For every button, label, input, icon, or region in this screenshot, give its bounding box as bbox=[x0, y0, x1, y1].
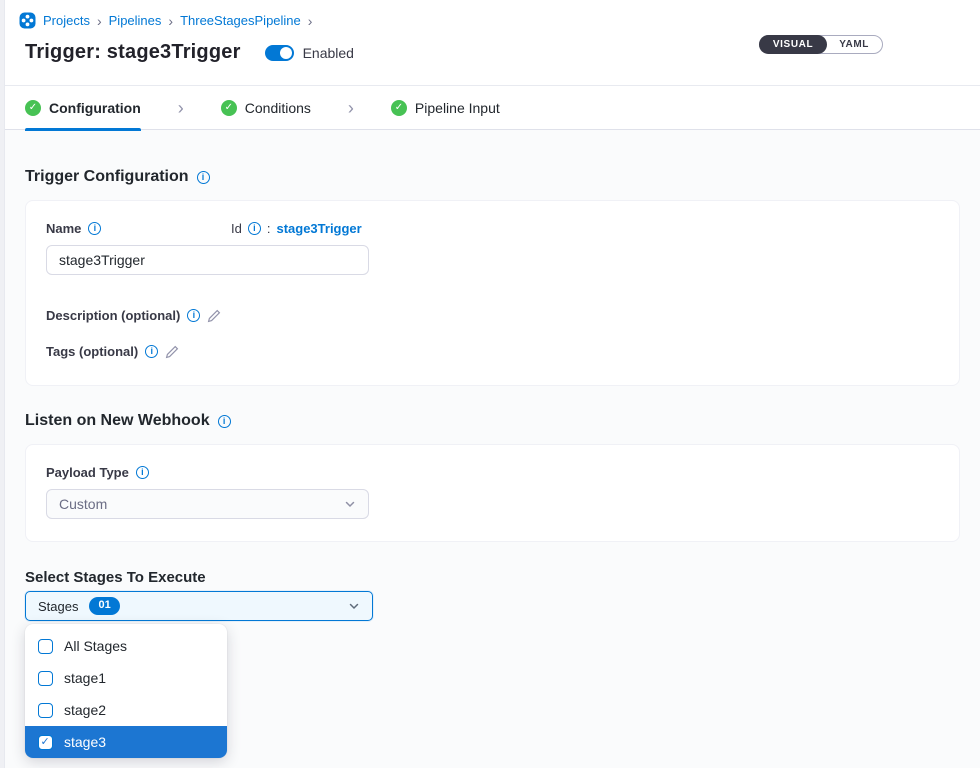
wizard-tabs: ✓ Configuration › ✓ Conditions › ✓ Pipel… bbox=[5, 86, 980, 130]
breadcrumb-link-pipelines[interactable]: Pipelines bbox=[109, 13, 162, 28]
stages-count-badge: 01 bbox=[89, 597, 119, 614]
checkbox-icon[interactable] bbox=[38, 735, 53, 750]
main-panel: Projects › Pipelines › ThreeStagesPipeli… bbox=[5, 0, 980, 768]
stage-option-stage3[interactable]: stage3 bbox=[25, 726, 227, 758]
chevron-down-icon bbox=[344, 498, 356, 510]
info-icon[interactable]: i bbox=[145, 345, 158, 358]
tab-label: Configuration bbox=[49, 100, 141, 116]
webhook-heading: Listen on New Webhook i bbox=[25, 412, 960, 430]
breadcrumb-link-projects[interactable]: Projects bbox=[43, 13, 90, 28]
payload-type-select: Custom bbox=[46, 489, 369, 519]
checkbox-icon[interactable] bbox=[38, 671, 53, 686]
webhook-card: Payload Type i Custom bbox=[25, 444, 960, 542]
tags-row: Tags (optional) i bbox=[46, 344, 939, 359]
option-label: stage2 bbox=[64, 702, 106, 718]
description-row: Description (optional) i bbox=[46, 308, 939, 323]
info-icon[interactable]: i bbox=[248, 222, 261, 235]
projects-grid-icon bbox=[19, 12, 36, 29]
yaml-tab[interactable]: YAML bbox=[826, 36, 882, 53]
tab-configuration[interactable]: ✓ Configuration bbox=[25, 86, 141, 130]
info-icon[interactable]: i bbox=[187, 309, 200, 322]
page-header: Projects › Pipelines › ThreeStagesPipeli… bbox=[5, 0, 980, 86]
tab-pipeline-input[interactable]: ✓ Pipeline Input bbox=[391, 86, 500, 130]
tab-separator-icon: › bbox=[348, 99, 354, 117]
section-title: Select Stages To Execute bbox=[25, 569, 206, 586]
option-label: All Stages bbox=[64, 638, 127, 654]
toggle-knob bbox=[280, 47, 292, 59]
info-icon[interactable]: i bbox=[88, 222, 101, 235]
checkbox-icon[interactable] bbox=[38, 703, 53, 718]
visual-tab[interactable]: VISUAL bbox=[759, 35, 827, 54]
stages-select-label: Stages bbox=[38, 599, 78, 614]
option-label: stage3 bbox=[64, 734, 106, 750]
info-icon[interactable]: i bbox=[197, 171, 210, 184]
trigger-configuration-card: Name i Id i : stage3Trigger Description … bbox=[25, 200, 960, 386]
stages-dropdown-menu: All Stages stage1 stage2 stage3 bbox=[25, 624, 227, 758]
id-row: Id i : stage3Trigger bbox=[231, 221, 362, 236]
breadcrumb-separator-icon: › bbox=[308, 13, 313, 29]
name-id-row: Name i Id i : stage3Trigger bbox=[46, 221, 939, 236]
stage-option-stage1[interactable]: stage1 bbox=[25, 662, 227, 694]
section-title: Trigger Configuration bbox=[25, 168, 189, 186]
breadcrumb: Projects › Pipelines › ThreeStagesPipeli… bbox=[19, 12, 980, 29]
id-label: Id bbox=[231, 221, 242, 236]
section-title: Listen on New Webhook bbox=[25, 412, 210, 430]
trigger-configuration-heading: Trigger Configuration i bbox=[25, 168, 960, 186]
id-separator: : bbox=[267, 221, 271, 236]
check-circle-icon: ✓ bbox=[221, 100, 237, 116]
info-icon[interactable]: i bbox=[136, 466, 149, 479]
content-area: Trigger Configuration i Name i Id i : st… bbox=[5, 130, 980, 768]
tab-label: Conditions bbox=[245, 100, 311, 116]
info-icon[interactable]: i bbox=[218, 415, 231, 428]
enabled-toggle[interactable] bbox=[265, 45, 294, 61]
breadcrumb-separator-icon: › bbox=[168, 13, 173, 29]
option-label: stage1 bbox=[64, 670, 106, 686]
check-circle-icon: ✓ bbox=[391, 100, 407, 116]
stage-option-all-stages[interactable]: All Stages bbox=[25, 630, 227, 662]
stages-heading: Select Stages To Execute bbox=[25, 569, 960, 586]
tab-conditions[interactable]: ✓ Conditions bbox=[221, 86, 311, 130]
description-label: Description (optional) bbox=[46, 308, 180, 323]
checkbox-icon[interactable] bbox=[38, 639, 53, 654]
name-label-text: Name bbox=[46, 221, 81, 236]
check-circle-icon: ✓ bbox=[25, 100, 41, 116]
page-title: Trigger: stage3Trigger bbox=[25, 41, 241, 64]
payload-type-label-text: Payload Type bbox=[46, 465, 129, 480]
id-value: stage3Trigger bbox=[276, 221, 361, 236]
breadcrumb-link-pipeline-name[interactable]: ThreeStagesPipeline bbox=[180, 13, 301, 28]
edit-description-pencil-icon[interactable] bbox=[207, 309, 221, 323]
enabled-label: Enabled bbox=[303, 45, 354, 61]
tab-separator-icon: › bbox=[178, 99, 184, 117]
stages-multiselect[interactable]: Stages 01 bbox=[25, 591, 373, 621]
payload-type-label: Payload Type i bbox=[46, 465, 939, 480]
app-root: Projects › Pipelines › ThreeStagesPipeli… bbox=[0, 0, 980, 768]
edit-tags-pencil-icon[interactable] bbox=[165, 345, 179, 359]
breadcrumb-separator-icon: › bbox=[97, 13, 102, 29]
visual-yaml-toggle: VISUAL YAML bbox=[759, 35, 883, 54]
stage-option-stage2[interactable]: stage2 bbox=[25, 694, 227, 726]
chevron-down-icon bbox=[348, 600, 360, 612]
trigger-name-input[interactable] bbox=[46, 245, 369, 275]
tab-label: Pipeline Input bbox=[415, 100, 500, 116]
name-label: Name i bbox=[46, 221, 231, 236]
payload-type-value: Custom bbox=[59, 496, 107, 512]
tags-label: Tags (optional) bbox=[46, 344, 138, 359]
